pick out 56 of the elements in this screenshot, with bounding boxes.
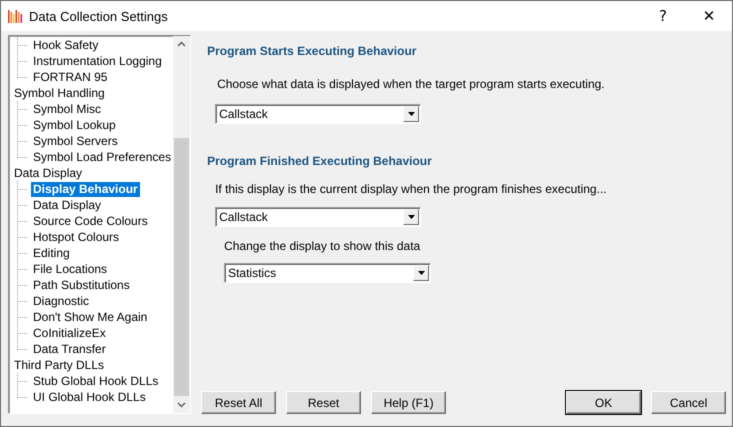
caret-icon [408,112,415,116]
tree-connector-icon [17,245,28,261]
tree-item[interactable]: Source Code Colours [31,214,150,228]
section-heading: Program Finished Executing Behaviour [207,154,433,168]
tree-item[interactable]: Stub Global Hook DLLs [31,374,160,388]
tree-item[interactable]: Data Display [31,198,104,212]
section-heading: Program Starts Executing Behaviour [207,44,418,58]
tree-item[interactable]: Symbol Handling [12,86,107,100]
tree-connector-icon [17,293,28,309]
tree-connector-icon [17,101,28,117]
description-text: If this display is the current display when the program finishes executing... [215,182,608,196]
tree-item[interactable]: Symbol Load Preferences [31,150,174,164]
tree-connector-icon [17,277,28,293]
tree-item[interactable]: Data Transfer [31,342,108,356]
tree-connector-icon [17,181,28,197]
tree-item[interactable]: Editing [31,246,72,260]
tree-item[interactable]: Symbol Servers [31,134,120,148]
tree-item[interactable]: Don't Show Me Again [31,310,150,324]
dropdown[interactable]: Statistics [224,263,432,283]
scrollbar[interactable] [173,36,190,413]
tree-item[interactable]: UI Global Hook DLLs [31,390,148,404]
window-title: Data Collection Settings [29,8,169,24]
close-button[interactable]: ✕ [686,1,732,31]
dialog-button[interactable]: OK [566,391,642,414]
dropdown[interactable]: Callstack [215,104,422,124]
tree-item[interactable]: Symbol Lookup [31,118,118,132]
dialog-button[interactable]: Help (F1) [371,391,446,414]
tree-connector-icon [17,197,28,213]
tree-connector-icon [17,117,28,133]
tree-item[interactable]: Path Substitutions [31,278,132,292]
description-text: Choose what data is displayed when the target program starts executing. [217,77,606,91]
field-label: Change the display to show this data [224,239,422,253]
tree-item[interactable]: Data Display [12,166,84,180]
dialog-button[interactable]: Reset [286,391,362,414]
tree-item[interactable]: Hook Safety [31,38,100,52]
tree-connector-icon [17,213,28,229]
tree-connector-icon [17,229,28,245]
tree-item[interactable]: Third Party DLLs [12,358,106,372]
dropdown[interactable]: Callstack [215,207,422,227]
tree-item[interactable]: Display Behaviour [31,182,140,196]
tree-item[interactable]: Symbol Misc [31,102,104,116]
app-icon [7,8,23,24]
tree-item[interactable]: CoInitializeEx [31,326,108,340]
tree-item[interactable]: FORTRAN 95 [31,70,110,84]
dialog-button[interactable]: Reset All [201,391,276,414]
tree-item[interactable]: Hotspot Colours [31,230,122,244]
tree-connector-icon [17,37,28,53]
tree-item[interactable]: Diagnostic [31,294,92,308]
tree-item[interactable]: File Locations [31,262,110,276]
help-button[interactable]: ? [640,1,686,31]
caret-icon [418,271,425,275]
tree-connector-icon [17,309,28,325]
tree-item[interactable]: Instrumentation Logging [31,54,164,68]
dialog-button[interactable]: Cancel [651,391,726,414]
tree-connector-icon [17,261,28,277]
caret-icon [408,215,415,219]
